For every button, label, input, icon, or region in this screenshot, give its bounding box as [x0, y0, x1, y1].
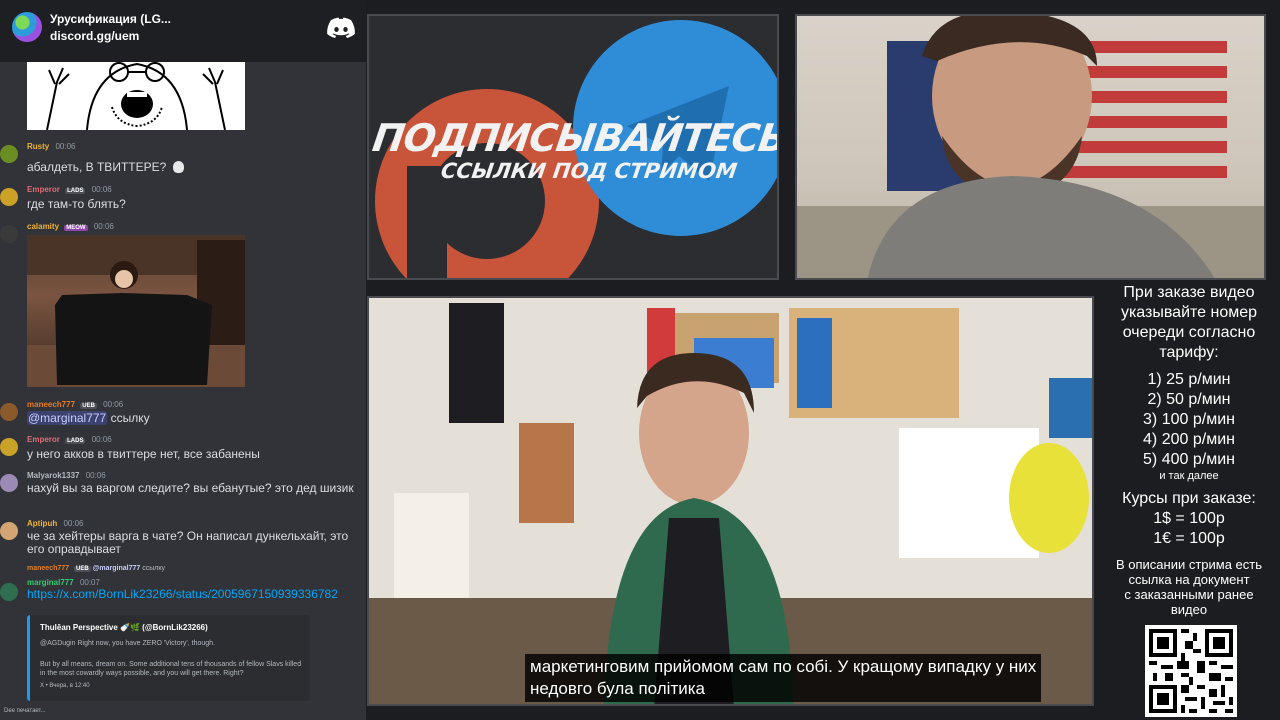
role-tag: UEB	[73, 566, 91, 572]
streamer-webcam	[795, 14, 1266, 280]
timestamp: 00:06	[91, 435, 112, 444]
avatar[interactable]	[0, 225, 18, 243]
reply-reference[interactable]: maneech777 UEB @marginal777 ссылку	[27, 565, 165, 572]
dancing-person-picture	[27, 235, 245, 387]
info-heading-line: тарифу:	[1159, 344, 1219, 361]
tariff-item: 1) 25 р/мин	[1147, 371, 1231, 388]
message-header: calamity MEOW 00:06	[27, 222, 114, 231]
message-header: Malyarok1337 00:06	[27, 471, 106, 480]
message-body: абалдеть, В ТВИТТЕРЕ?	[27, 160, 167, 174]
server-icon	[12, 12, 42, 42]
message-text: где там-то блять?	[27, 197, 126, 211]
subtitle-line-2: недовго була політика	[530, 679, 705, 698]
subscribe-banner: ПОДПИСЫВАЙТЕСЬ ССЫЛКИ ПОД СТРИМОМ	[367, 14, 779, 280]
rate-item: 1€ = 100р	[1153, 530, 1225, 547]
reaction-video-player[interactable]: маркетинговим прийомом сам по собі. У кр…	[367, 296, 1094, 706]
meme-image[interactable]	[27, 62, 245, 130]
role-tag: LADS	[65, 438, 86, 444]
message-text: у него акков в твиттере нет, все забанен…	[27, 447, 260, 461]
qr-code-pattern	[1149, 629, 1233, 713]
embed-text-paragraph: But by all means, dream on. Some additio…	[40, 661, 302, 677]
info-heading-line: При заказе видео	[1123, 284, 1255, 301]
rates-title: Курсы при заказе:	[1122, 490, 1256, 507]
reply-username[interactable]: maneech777	[27, 565, 69, 572]
username[interactable]: Malyarok1337	[27, 471, 79, 480]
username[interactable]: maneech777	[27, 400, 75, 409]
info-note-line: видео	[1170, 602, 1208, 617]
message-body: ссылку	[110, 411, 150, 425]
timestamp: 00:06	[103, 400, 124, 409]
avatar[interactable]	[0, 438, 18, 456]
message-text: абалдеть, В ТВИТТЕРЕ?	[27, 160, 184, 174]
username[interactable]: Emperor	[27, 185, 60, 194]
message-header: Emperor LADS 00:06	[27, 185, 112, 194]
role-tag: UEB	[80, 403, 97, 409]
banner-title: ПОДПИСЫВАЙТЕСЬ	[369, 116, 779, 160]
message-header: Rusty 00:06	[27, 142, 76, 151]
info-heading-line: указывайте номер	[1120, 304, 1258, 321]
reply-text: ссылку	[142, 565, 166, 572]
skull-emoji-icon	[172, 161, 184, 173]
tariff-item: 5) 400 р/мин	[1143, 451, 1235, 468]
order-info-panel: При заказе видео указывайте номер очеред…	[1098, 283, 1280, 617]
username[interactable]: marginal777	[27, 578, 74, 587]
message-header: Aptipuh 00:06	[27, 519, 83, 528]
message-header: maneech777 UEB 00:06	[27, 400, 123, 409]
twitter-embed[interactable]: Thulēan Perspective 🍼🌿 (@BornLik23266) @…	[27, 615, 310, 701]
role-tag: MEOW	[64, 225, 88, 231]
info-heading-line: очереди согласно	[1122, 324, 1256, 341]
embed-text-line: @AGDugin Right now, you have ZERO 'Victo…	[40, 640, 216, 647]
message-header: marginal777 00:07	[27, 578, 100, 587]
embed-footer: X • Вчера, в 12:40	[40, 683, 90, 689]
message-text: @marginal777 ссылку	[27, 411, 150, 425]
typing-indicator: Dee печатает...	[4, 708, 46, 714]
subtitle-line-1: маркетинговим прийомом сам по собі. У кр…	[530, 657, 1037, 676]
video-frame-picture	[369, 298, 1092, 704]
timestamp: 00:06	[85, 471, 106, 480]
rate-item: 1$ = 100р	[1153, 510, 1225, 527]
message-header: Emperor LADS 00:06	[27, 435, 112, 444]
avatar[interactable]	[0, 522, 18, 540]
avatar[interactable]	[0, 145, 18, 163]
discord-logo-icon	[327, 17, 355, 38]
username[interactable]: Aptipuh	[27, 519, 57, 528]
server-header[interactable]: Урусификация (LG... discord.gg/uem	[0, 0, 366, 62]
info-note-line: с заказанными ранее	[1124, 587, 1254, 602]
avatar[interactable]	[0, 583, 18, 601]
timestamp: 00:06	[93, 222, 114, 231]
tariff-etc: и так далее	[1159, 470, 1219, 482]
qr-code[interactable]	[1145, 625, 1237, 717]
tariff-item: 4) 200 р/мин	[1143, 431, 1235, 448]
avatar[interactable]	[0, 403, 18, 421]
timestamp: 00:06	[63, 519, 84, 528]
info-note-line: ссылка на документ	[1128, 572, 1250, 587]
discord-chat-panel: Урусификация (LG... discord.gg/uem Rusty…	[0, 0, 366, 720]
subtitle-overlay: маркетинговим прийомом сам по собі. У кр…	[525, 654, 1042, 702]
username[interactable]: Emperor	[27, 435, 60, 444]
timestamp: 00:07	[79, 578, 100, 587]
role-tag: LADS	[65, 188, 86, 194]
message-text: че за хейтеры варга в чате? Он написал д…	[27, 529, 349, 556]
avatar[interactable]	[0, 474, 18, 492]
timestamp: 00:06	[91, 185, 112, 194]
avatar[interactable]	[0, 188, 18, 206]
reply-mention: @marginal777	[92, 565, 141, 572]
user-mention[interactable]: @marginal777	[27, 411, 108, 425]
webcam-picture	[797, 16, 1264, 278]
tweet-link[interactable]: https://x.com/BornLik23266/status/200596…	[27, 588, 366, 601]
server-name: Урусификация (LG...	[50, 12, 171, 26]
message-text: нахуй вы за варгом следите? вы ебанутые?…	[27, 481, 354, 495]
username[interactable]: calamity	[27, 222, 59, 231]
tariff-item: 2) 50 р/мин	[1147, 391, 1231, 408]
banner-subtitle: ССЫЛКИ ПОД СТРИМОМ	[439, 159, 739, 183]
embed-author[interactable]: Thulēan Perspective 🍼🌿 (@BornLik23266)	[40, 623, 208, 632]
attached-gif-image[interactable]	[27, 235, 245, 387]
server-invite-link[interactable]: discord.gg/uem	[50, 29, 139, 43]
username[interactable]: Rusty	[27, 142, 49, 151]
info-note-line: В описании стрима есть	[1115, 557, 1263, 572]
timestamp: 00:06	[55, 142, 76, 151]
tariff-item: 3) 100 р/мин	[1143, 411, 1235, 428]
wojak-drawing	[46, 62, 226, 130]
